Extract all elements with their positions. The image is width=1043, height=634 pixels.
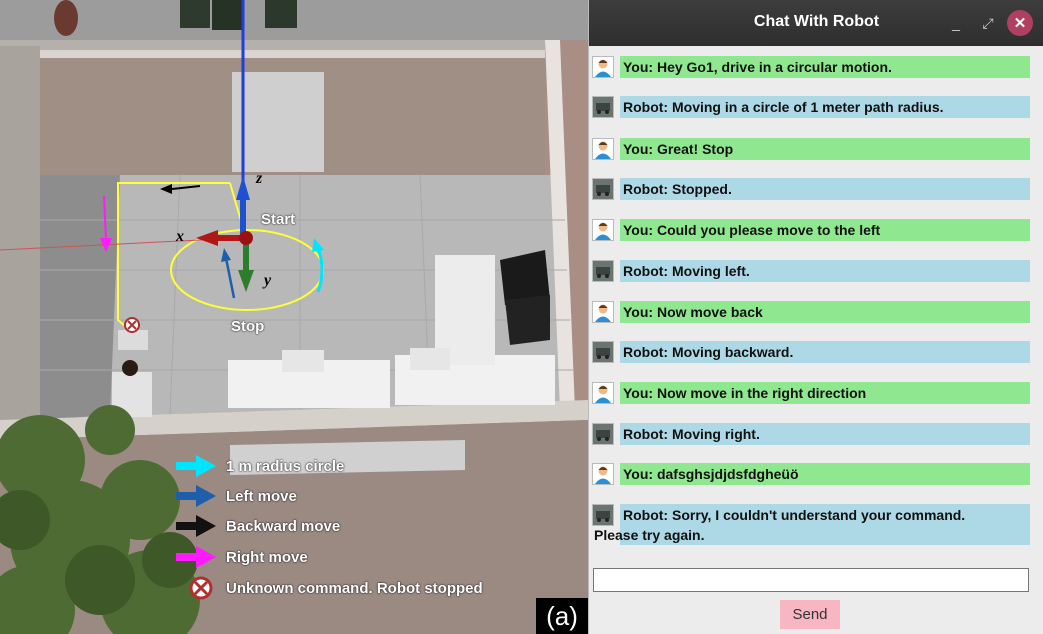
message-text: You: Hey Go1, drive in a circular motion… [620, 56, 1030, 78]
chat-message-user: You: Now move back [592, 301, 1030, 323]
stop-x-icon [174, 576, 218, 600]
message-text: You: Great! Stop [620, 138, 1030, 160]
z-axis-label: z [256, 170, 263, 187]
x-axis-label: x [176, 228, 184, 245]
legend-label: Backward move [226, 517, 341, 535]
legend-item-backward: Backward move [174, 514, 340, 538]
y-axis-label: y [264, 272, 272, 289]
title-bar[interactable]: Chat With Robot _ ⤢ ✕ [589, 0, 1043, 46]
user-avatar-icon [592, 138, 614, 160]
close-icon: ✕ [1013, 15, 1027, 32]
legend-item-right: Right move [174, 545, 308, 569]
arrow-right-icon [174, 454, 218, 478]
minimize-button[interactable]: _ [943, 10, 969, 36]
message-input[interactable] [593, 568, 1029, 592]
legend-item-unknown: Unknown command. Robot stopped [174, 576, 483, 600]
message-text: Robot: Moving left. [620, 260, 1030, 282]
chat-message-robot: Robot: Moving right. [592, 423, 1030, 445]
user-avatar-icon [592, 382, 614, 404]
chat-message-robot: Robot: Moving backward. [592, 341, 1030, 363]
legend-label: Unknown command. Robot stopped [226, 579, 483, 597]
chat-message-user: You: Now move in the right direction [592, 382, 1030, 404]
robot-avatar-icon [592, 260, 614, 282]
stop-label: Stop [231, 318, 265, 335]
chat-message-user: You: dafsghsjdjdsfdgheüö [592, 463, 1030, 485]
arrow-right-icon [174, 514, 218, 538]
robot-avatar-icon [592, 341, 614, 363]
chat-message-robot: Robot: Stopped. [592, 178, 1030, 200]
maximize-icon: ⤢ [982, 14, 994, 31]
user-avatar-icon [592, 56, 614, 78]
chat-window: Chat With Robot _ ⤢ ✕ You: Hey Go1, driv… [588, 0, 1043, 634]
message-text: Robot: Stopped. [620, 178, 1030, 200]
maximize-button[interactable]: ⤢ [975, 10, 1001, 36]
chat-message-robot: Robot: Moving in a circle of 1 meter pat… [592, 96, 1030, 118]
message-text: Robot: Moving in a circle of 1 meter pat… [620, 96, 1030, 118]
robot-avatar-icon [592, 96, 614, 118]
simulation-view: Start Stop z x y 1 m radius circle Left … [0, 0, 588, 634]
arrow-right-icon [174, 545, 218, 569]
start-label: Start [261, 211, 296, 228]
message-text: You: dafsghsjdjdsfdgheüö [620, 463, 1030, 485]
chat-message-robot: Robot: Moving left. [592, 260, 1030, 282]
message-text: You: Now move in the right direction [620, 382, 1030, 404]
close-button[interactable]: ✕ [1007, 10, 1033, 36]
legend-item-circle: 1 m radius circle [174, 454, 344, 478]
minimize-icon: _ [952, 15, 960, 31]
chat-message-user: You: Could you please move to the left [592, 219, 1030, 241]
message-text: You: Could you please move to the left [620, 219, 1030, 241]
message-text: Robot: Moving right. [620, 423, 1030, 445]
message-text: Robot: Moving backward. [620, 341, 1030, 363]
chat-message-user: You: Hey Go1, drive in a circular motion… [592, 56, 1030, 78]
legend-item-left: Left move [174, 484, 297, 508]
chat-message-user: You: Great! Stop [592, 138, 1030, 160]
message-line-2: Please try again. [594, 527, 705, 543]
legend-label: 1 m radius circle [226, 457, 345, 475]
legend-label: Right move [226, 548, 308, 566]
robot-avatar-icon [592, 504, 614, 526]
user-avatar-icon [592, 219, 614, 241]
panel-tag: (a) [536, 598, 588, 634]
send-button[interactable]: Send [780, 600, 840, 629]
arrow-right-icon [174, 484, 218, 508]
scene-render [0, 0, 588, 634]
legend-label: Left move [226, 487, 297, 505]
user-avatar-icon [592, 301, 614, 323]
robot-avatar-icon [592, 423, 614, 445]
message-text: You: Now move back [620, 301, 1030, 323]
message-line-1: Robot: Sorry, I couldn't understand your… [623, 507, 966, 523]
user-avatar-icon [592, 463, 614, 485]
message-text: Robot: Sorry, I couldn't understand your… [594, 504, 1030, 545]
chat-message-robot: Robot: Sorry, I couldn't understand your… [592, 504, 1030, 545]
robot-avatar-icon [592, 178, 614, 200]
